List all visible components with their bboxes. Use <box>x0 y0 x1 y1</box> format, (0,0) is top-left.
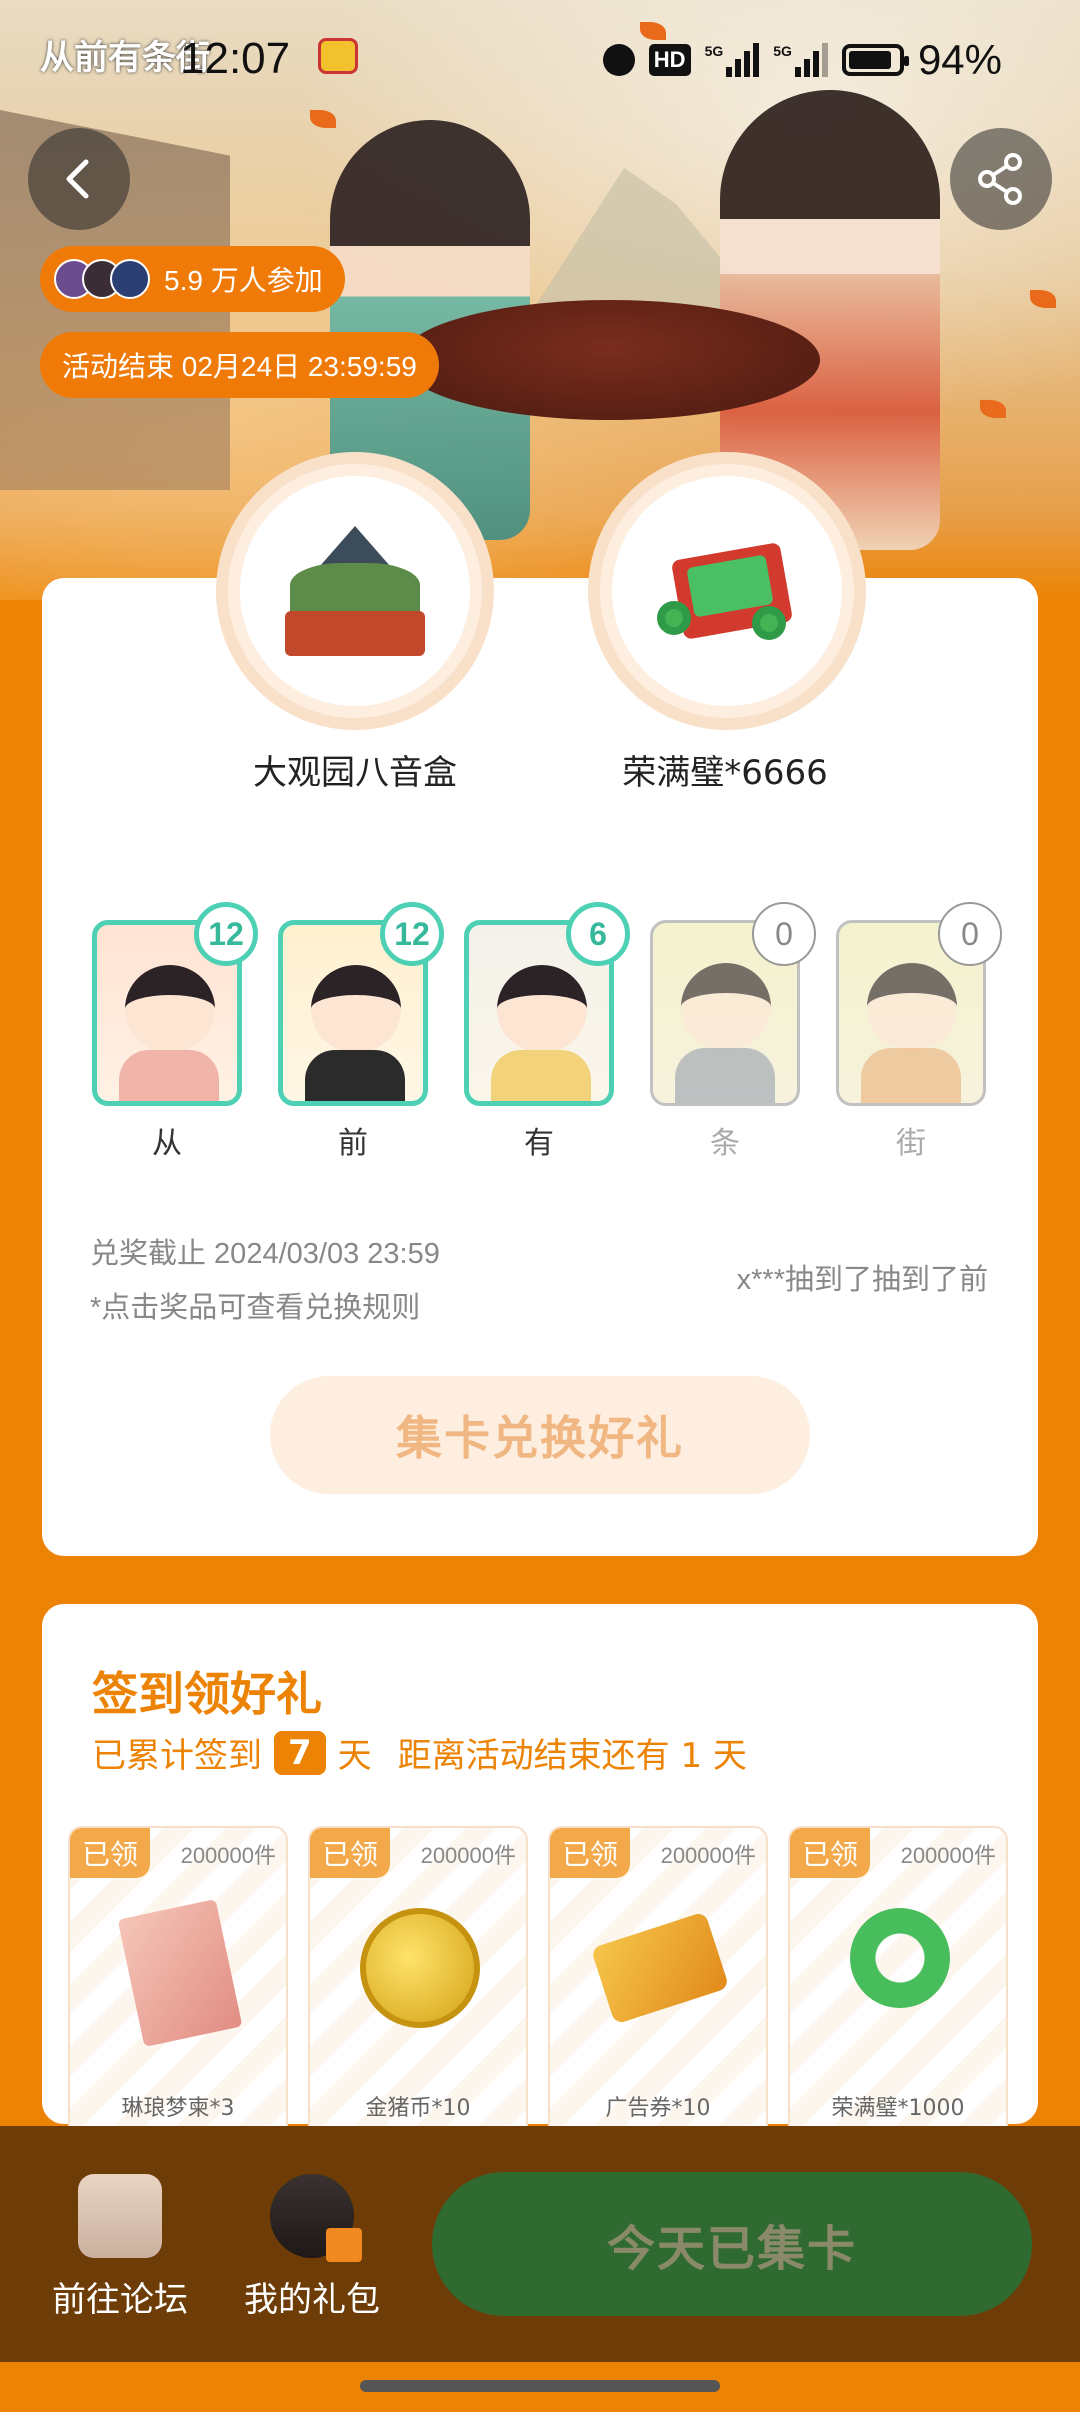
leaf-decoration <box>980 400 1006 418</box>
signin-gift-item[interactable]: 已领 200000件 金猪币*10 <box>308 1826 528 2146</box>
prize-music-box[interactable] <box>216 452 494 730</box>
participants-badge: 5.9 万人参加 <box>40 246 345 312</box>
ticket-icon <box>590 1911 730 2025</box>
participant-avatars <box>54 259 150 299</box>
claimed-tag: 已领 <box>70 1828 150 1878</box>
my-gifts-label: 我的礼包 <box>244 2280 380 2320</box>
signin-gift-item[interactable]: 已领 200000件 广告券*10 <box>548 1826 768 2146</box>
exchange-button[interactable]: 集卡兑换好礼 <box>270 1376 810 1494</box>
signal-icon: 5G <box>773 43 828 77</box>
signin-suffix: 天 <box>337 1736 372 1776</box>
jade-icon <box>850 1908 950 2008</box>
jade-box-icon <box>652 531 802 651</box>
claimed-tag: 已领 <box>550 1828 630 1878</box>
card-label: 条 <box>710 1126 740 1161</box>
gift-name: 琳琅梦柬*3 <box>121 2096 235 2121</box>
card-label: 有 <box>524 1126 554 1161</box>
signin-gift-item[interactable]: 已领 200000件 琳琅梦柬*3 <box>68 1826 288 2146</box>
gift-stock: 200000件 <box>660 1843 756 1868</box>
signal-icon: 5G <box>705 43 760 77</box>
status-icons: HD 5G 5G 94% <box>602 36 1002 84</box>
prize-jade-box[interactable] <box>588 452 866 730</box>
my-gifts-button[interactable]: 我的礼包 <box>232 2174 392 2321</box>
leaf-decoration <box>310 110 336 128</box>
table-illustration <box>400 300 820 420</box>
signin-summary: 已累计签到 7 天 距离活动结束还有 1 天 <box>92 1728 747 1777</box>
gift-name: 荣满璧*1000 <box>831 2096 965 2121</box>
today-collected-button[interactable]: 今天已集卡 <box>432 2172 1032 2316</box>
signin-gift-item[interactable]: 已领 200000件 荣满璧*1000 <box>788 1826 1008 2146</box>
event-end-badge: 活动结束 02月24日 23:59:59 <box>40 332 439 398</box>
card-count-badge: 12 <box>380 902 444 966</box>
gift-stock: 200000件 <box>420 1843 516 1868</box>
forum-label: 前往论坛 <box>52 2280 188 2320</box>
status-bar: 从前有条街 12:07 HD 5G 5G 94% <box>0 30 1080 90</box>
card-label: 前 <box>338 1126 368 1161</box>
event-end-text: 活动结束 02月24日 23:59:59 <box>62 351 417 382</box>
alarm-icon <box>602 44 635 76</box>
battery-percent: 94% <box>917 36 1002 83</box>
avatar <box>110 259 150 299</box>
card-label: 街 <box>896 1126 926 1161</box>
rule-tip: *点击奖品可查看兑换规则 <box>90 1292 421 1324</box>
scroll-icon <box>117 1899 243 2047</box>
home-indicator[interactable] <box>360 2380 720 2392</box>
leaf-decoration <box>1030 290 1056 308</box>
gift-icon <box>326 2228 362 2262</box>
winner-ticker: x***抽到了抽到了前 <box>736 1264 988 1296</box>
gift-name: 金猪币*10 <box>365 2096 471 2121</box>
prize-name: 荣满璧*6666 <box>622 753 828 793</box>
forum-button[interactable]: 前往论坛 <box>40 2174 200 2321</box>
status-time: 12:07 <box>180 34 291 83</box>
forum-avatar-icon <box>78 2174 162 2258</box>
share-icon <box>978 153 1022 205</box>
signin-remaining: 距离活动结束还有 1 天 <box>397 1736 747 1776</box>
hd-icon: HD <box>648 44 691 76</box>
gift-stock: 200000件 <box>180 1843 276 1868</box>
battery-icon <box>841 44 909 76</box>
gift-avatar-icon <box>270 2174 362 2262</box>
card-count-badge: 0 <box>938 902 1002 966</box>
gift-name: 广告券*10 <box>605 2096 711 2121</box>
notification-app-icon <box>318 38 358 74</box>
network-type-label: 5G <box>773 43 792 59</box>
claimed-tag: 已领 <box>310 1828 390 1878</box>
prize-name: 大观园八音盒 <box>253 753 457 793</box>
gift-stock: 200000件 <box>900 1843 996 1868</box>
claimed-tag: 已领 <box>790 1828 870 1878</box>
signin-prefix: 已累计签到 <box>92 1736 262 1776</box>
card-count-badge: 0 <box>752 902 816 966</box>
participants-count: 5.9 万人参加 <box>164 265 323 296</box>
signin-days: 7 <box>274 1730 326 1775</box>
network-type-label: 5G <box>704 43 724 59</box>
music-box-icon <box>280 526 430 656</box>
share-button[interactable] <box>950 128 1052 230</box>
signin-title: 签到领好礼 <box>92 1667 322 1721</box>
redeem-deadline: 兑奖截止 2024/03/03 23:59 <box>90 1238 440 1270</box>
card-label: 从 <box>152 1126 182 1161</box>
coin-icon <box>360 1908 480 2028</box>
chevron-left-icon <box>66 159 89 199</box>
back-button[interactable] <box>28 128 130 230</box>
card-count-badge: 6 <box>566 902 630 966</box>
card-count-badge: 12 <box>194 902 258 966</box>
